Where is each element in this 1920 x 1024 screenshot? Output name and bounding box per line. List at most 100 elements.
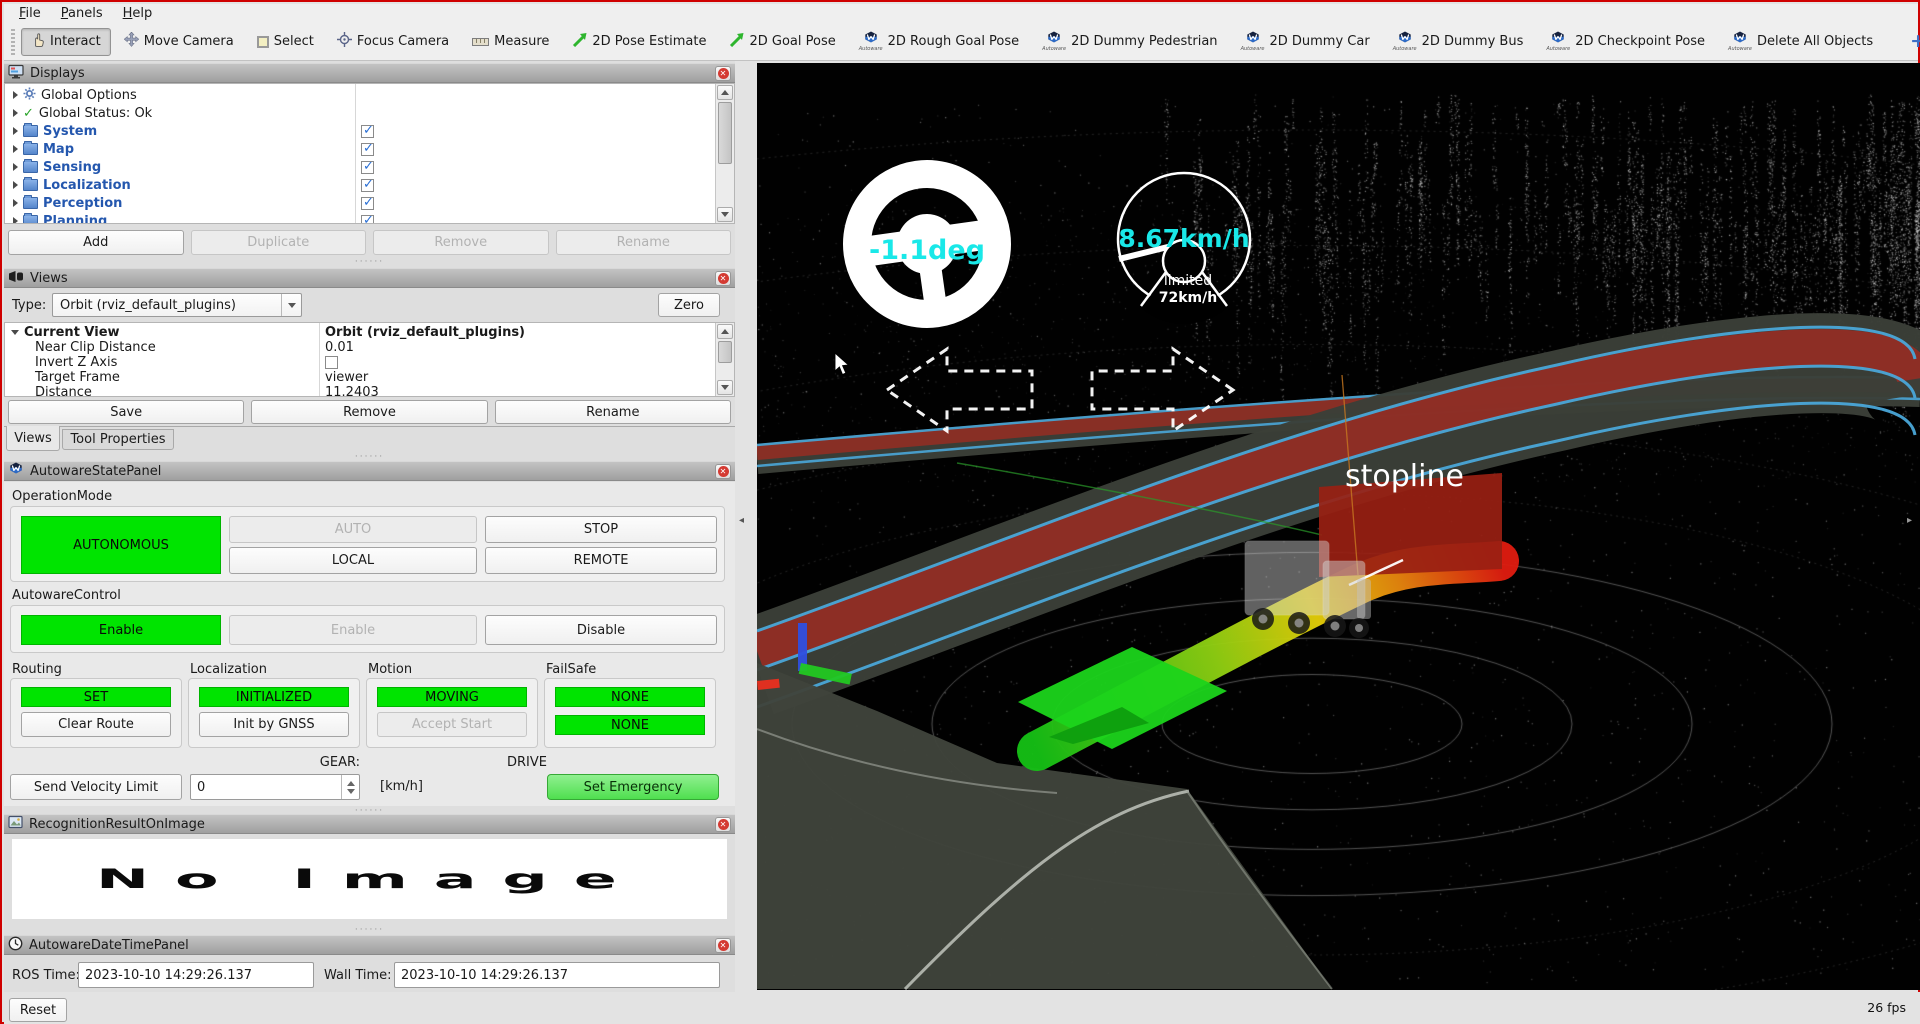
zero-view-button[interactable]: Zero [658,293,720,317]
reset-button[interactable]: Reset [9,998,67,1022]
expand-arrow-icon[interactable] [13,199,18,207]
measure-tool-button[interactable]: Measure [462,29,559,54]
rough-goal-pose-tool-button[interactable]: Autoware 2D Rough Goal Pose [849,26,1029,57]
operation-mode-local-button[interactable]: LOCAL [229,547,477,574]
invert-z-checkbox[interactable] [325,356,338,369]
prop-row-near-clip[interactable]: Near Clip Distance 0.01 [5,340,734,355]
visibility-checkbox[interactable] [361,197,374,210]
focus-camera-tool-button[interactable]: Focus Camera [327,27,459,56]
pose-estimate-tool-button[interactable]: 2D Pose Estimate [562,28,716,56]
tree-row-localization[interactable]: Localization [5,176,734,194]
toolbar-drag-handle[interactable] [11,29,15,55]
checkpoint-pose-tool-button[interactable]: Autoware 2D Checkpoint Pose [1536,26,1715,57]
spinner-arrows-icon[interactable] [341,775,359,799]
wall-time-field[interactable]: 2023-10-10 14:29:26.137 [394,962,720,988]
tree-row-sensing[interactable]: Sensing [5,158,734,176]
rename-view-button[interactable]: Rename [495,400,731,424]
prop-row-distance[interactable]: Distance 11.2403 [5,385,734,397]
prop-row-invert-z[interactable]: Invert Z Axis [5,355,734,370]
tab-tool-properties[interactable]: Tool Properties [62,429,174,450]
expand-arrow-icon[interactable] [13,127,18,135]
scrollbar-thumb[interactable] [718,341,732,363]
close-state-panel-button[interactable]: ✕ [715,464,731,479]
close-displays-button[interactable]: ✕ [715,66,731,81]
ros-time-field[interactable]: 2023-10-10 14:29:26.137 [78,962,314,988]
remove-display-button[interactable]: Remove [373,230,549,255]
menu-help[interactable]: Help [116,5,160,22]
view-type-dropdown[interactable]: Orbit (rviz_default_plugins) [52,293,302,317]
collapse-left-handle[interactable]: ◂ [739,516,744,526]
tree-row-perception[interactable]: Perception [5,194,734,212]
operation-mode-stop-button[interactable]: STOP [485,516,717,543]
set-emergency-button[interactable]: Set Emergency [547,774,719,800]
add-tool-button[interactable]: + [1900,32,1920,51]
prop-row-current-view[interactable]: Current View Orbit (rviz_default_plugins… [5,325,734,340]
dummy-pedestrian-tool-button[interactable]: Autoware 2D Dummy Pedestrian [1032,26,1227,57]
tree-row-map[interactable]: Map [5,140,734,158]
tree-row-global-options[interactable]: Global Options [5,86,734,104]
tab-views[interactable]: Views [6,426,60,451]
displays-tree[interactable]: Global Options ✓ Global Status: Ok Syste… [4,83,735,224]
move-camera-tool-button[interactable]: Move Camera [114,27,244,56]
send-velocity-limit-button[interactable]: Send Velocity Limit [10,774,182,800]
visibility-checkbox[interactable] [361,125,374,138]
rename-display-button[interactable]: Rename [556,230,732,255]
expand-arrow-icon[interactable] [13,109,18,117]
splitter-handle[interactable] [4,926,735,934]
tree-row-global-status[interactable]: ✓ Global Status: Ok [5,104,734,122]
select-tool-button[interactable]: Select [247,29,324,54]
operation-mode-autonomous-button[interactable]: AUTONOMOUS [21,516,221,574]
operation-mode-remote-button[interactable]: REMOTE [485,547,717,574]
dummy-bus-tool-button[interactable]: Autoware 2D Dummy Bus [1383,26,1534,57]
close-recognition-button[interactable]: ✕ [715,817,731,832]
scroll-down-icon[interactable] [717,207,733,222]
duplicate-display-button[interactable]: Duplicate [191,230,367,255]
expand-arrow-icon[interactable] [13,91,18,99]
displays-panel-header[interactable]: Displays ✕ [4,63,735,83]
splitter-handle[interactable] [4,453,735,461]
tree-row-planning[interactable]: Planning [5,212,734,224]
collapse-arrow-icon[interactable] [11,330,19,335]
splitter-handle[interactable] [4,258,735,266]
visibility-checkbox[interactable] [361,215,374,225]
velocity-limit-spinbox[interactable]: 0 [190,774,360,800]
views-panel-header[interactable]: Views ✕ [4,268,735,288]
goal-pose-tool-button[interactable]: 2D Goal Pose [719,28,845,56]
prop-row-target-frame[interactable]: Target Frame viewer [5,370,734,385]
tree-row-system[interactable]: System [5,122,734,140]
save-view-button[interactable]: Save [8,400,244,424]
views-scrollbar[interactable] [715,323,734,396]
scroll-down-icon[interactable] [717,380,733,395]
displays-scrollbar[interactable] [715,84,734,223]
visibility-checkbox[interactable] [361,179,374,192]
dummy-car-tool-button[interactable]: Autoware 2D Dummy Car [1231,26,1380,57]
scroll-up-icon[interactable] [717,324,733,339]
init-by-gnss-button[interactable]: Init by GNSS [199,712,349,737]
expand-arrow-icon[interactable] [13,181,18,189]
close-views-button[interactable]: ✕ [715,271,731,286]
views-property-tree[interactable]: Current View Orbit (rviz_default_plugins… [4,322,735,397]
scroll-up-icon[interactable] [717,85,733,100]
expand-arrow-icon[interactable] [13,145,18,153]
collapse-right-handle[interactable]: ▸ [1907,516,1912,526]
expand-arrow-icon[interactable] [13,217,18,224]
scrollbar-thumb[interactable] [718,102,732,164]
3d-viewport[interactable]: stopline -1.1deg [757,63,1920,990]
accept-start-button[interactable]: Accept Start [377,712,527,737]
control-disable-button[interactable]: Disable [485,615,717,645]
control-enable-button[interactable]: Enable [229,615,477,645]
interact-tool-button[interactable]: Interact [21,28,111,56]
delete-all-objects-tool-button[interactable]: Autoware Delete All Objects [1718,26,1883,57]
menu-file[interactable]: File [12,5,48,22]
autoware-state-panel-header[interactable]: AutowareStatePanel ✕ [4,461,735,481]
datetime-panel-header[interactable]: AutowareDateTimePanel ✕ [4,935,735,955]
expand-arrow-icon[interactable] [13,163,18,171]
visibility-checkbox[interactable] [361,143,374,156]
recognition-panel-header[interactable]: RecognitionResultOnImage ✕ [4,814,735,834]
remove-view-button[interactable]: Remove [251,400,487,424]
close-datetime-button[interactable]: ✕ [715,938,731,953]
add-display-button[interactable]: Add [8,230,184,255]
operation-mode-auto-button[interactable]: AUTO [229,516,477,543]
visibility-checkbox[interactable] [361,161,374,174]
clear-route-button[interactable]: Clear Route [21,712,171,737]
